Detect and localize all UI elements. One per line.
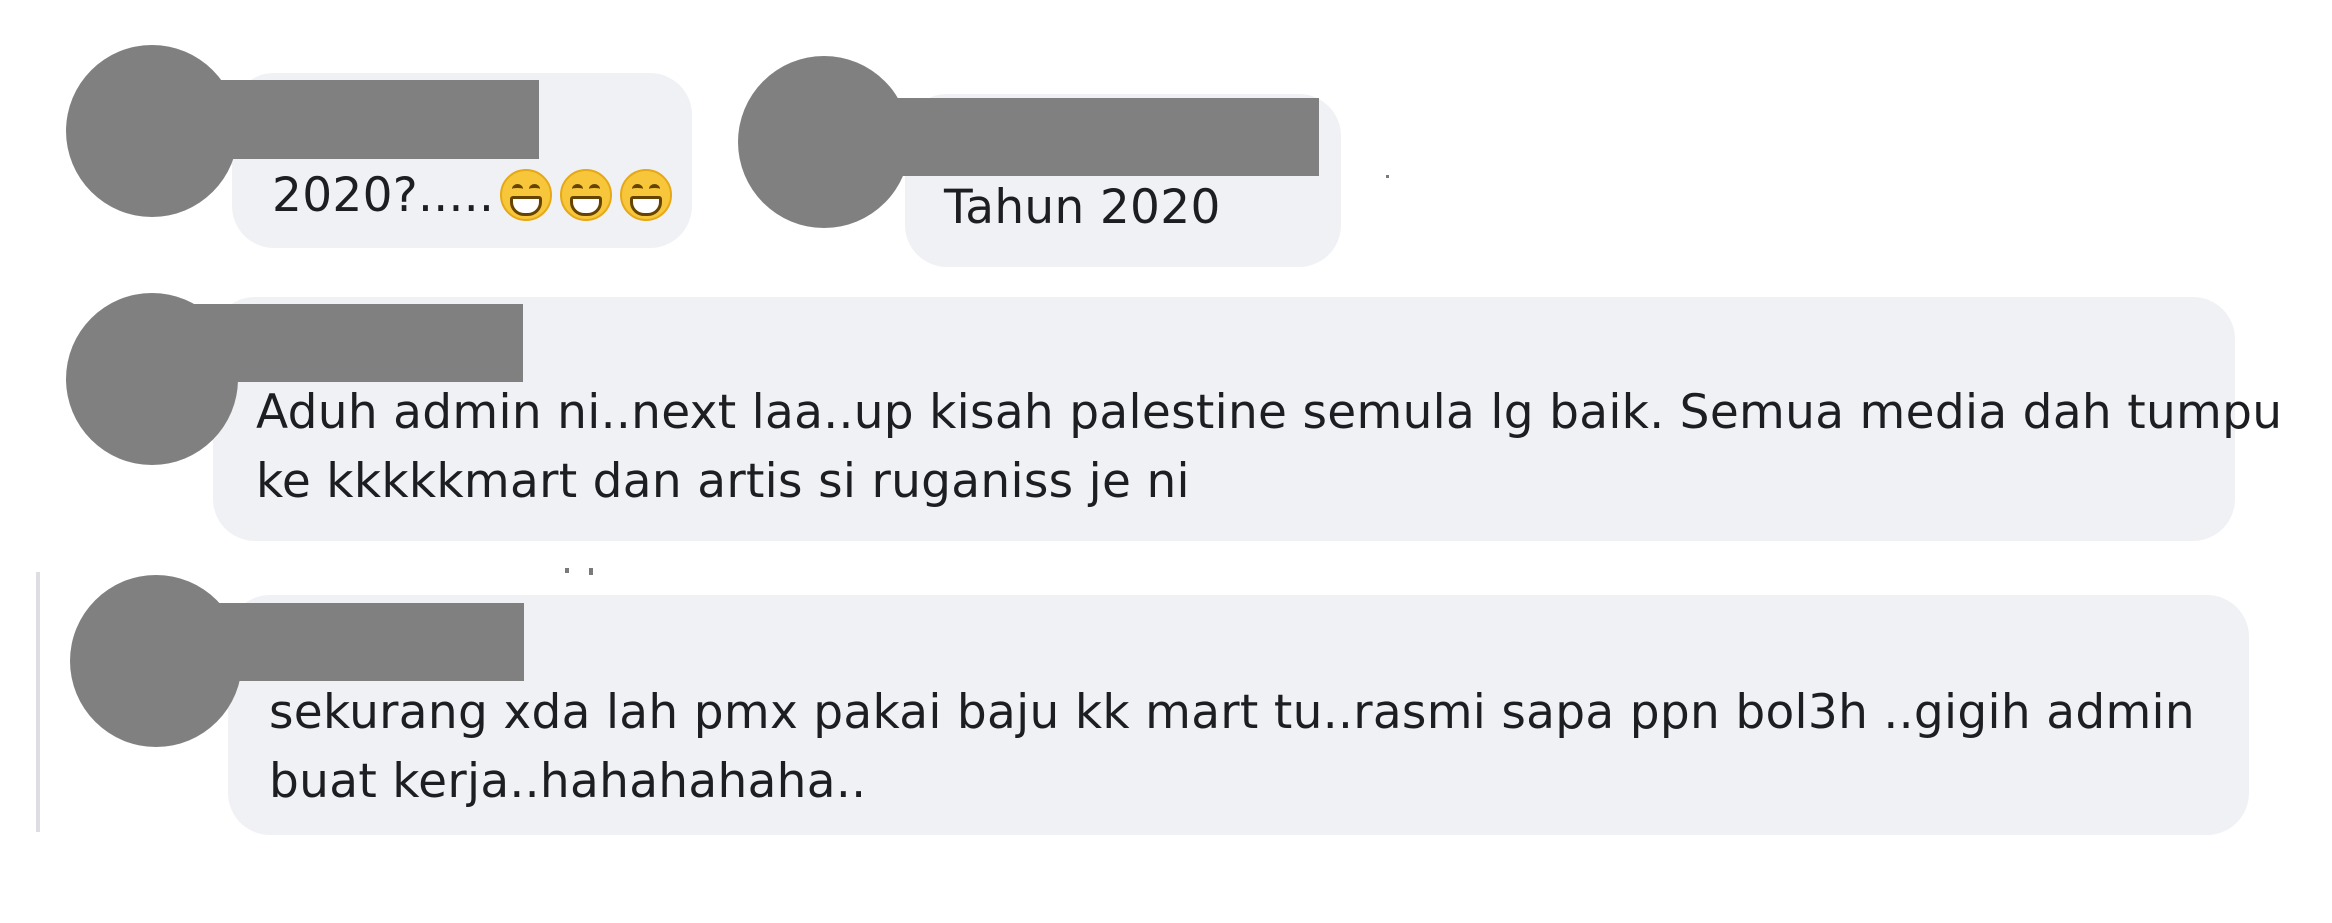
comment-text-1: 2020?..... (272, 161, 673, 230)
author-name-redacted-1[interactable] (150, 80, 539, 159)
grinning-face-icon (620, 168, 673, 221)
comment-text-3-line-1: Aduh admin ni..next laa..up kisah palest… (256, 385, 2283, 440)
cropped-text-fragment (589, 568, 593, 575)
comment-text-2: Tahun 2020 (944, 180, 1221, 235)
comment-text-4-line-1: sekurang xda lah pmx pakai baju kk mart … (269, 685, 2195, 740)
author-name-redacted-3[interactable] (150, 304, 523, 382)
author-name-redacted-2[interactable] (820, 98, 1319, 176)
comment-text-3-line-2: ke kkkkkmart dan artis si ruganiss je ni (256, 454, 1190, 509)
cropped-text-fragment (565, 568, 569, 573)
reply-thread-line (36, 572, 40, 832)
grinning-face-icon (500, 168, 553, 221)
stray-dot (1386, 175, 1389, 178)
emoji-group (500, 168, 673, 221)
grinning-face-icon (560, 168, 613, 221)
comment-text-1-body: 2020?..... (272, 168, 495, 223)
author-name-redacted-4[interactable] (150, 603, 524, 681)
comment-text-4-line-2: buat kerja..hahahahaha.. (269, 754, 867, 809)
